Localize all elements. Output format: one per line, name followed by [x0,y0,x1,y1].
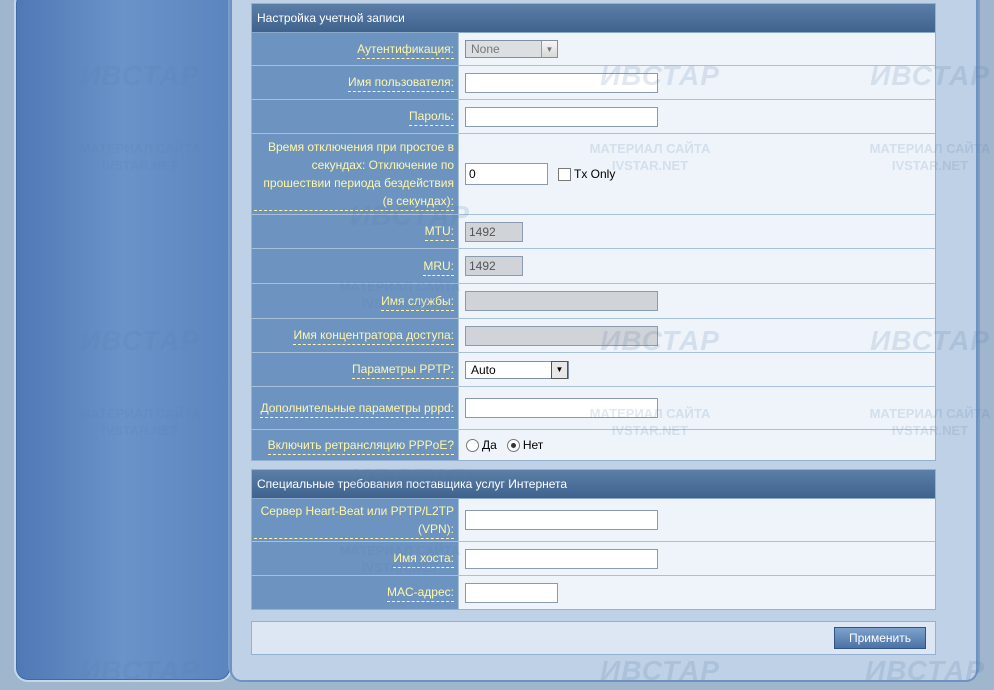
relay-yes-label: Да [482,438,497,452]
hostname-label: Имя хоста: [393,549,454,568]
mac-row: MAC-адрес: [252,576,935,609]
apply-bar: Применить [251,621,936,655]
relay-no-radio[interactable] [506,438,520,452]
auth-row: Аутентификация: None ▼ [252,33,935,66]
password-row: Пароль: [252,100,935,134]
mac-label: MAC-адрес: [386,583,454,602]
service-name-input[interactable] [465,291,658,311]
section-title: Настройка учетной записи [252,4,935,33]
pptp-select[interactable]: Auto ▼ [465,360,569,379]
username-input[interactable] [465,72,658,93]
password-label: Пароль: [409,107,454,126]
account-settings-section: Настройка учетной записи Аутентификация:… [251,3,936,461]
pptp-label: Параметры PPTP: [352,360,454,379]
hostname-input[interactable] [465,548,658,569]
mru-input[interactable] [465,256,523,276]
idle-timeout-input[interactable] [465,163,548,185]
pppd-row: Дополнительные параметры pppd: [252,387,935,430]
relay-label: Включить ретрансляцию PPPoE? [267,436,454,455]
service-row: Имя службы: [252,284,935,319]
relay-row: Включить ретрансляцию PPPoE? Да Нет [252,430,935,460]
service-label: Имя службы: [381,292,454,311]
heartbeat-label: Сервер Heart-Beat или PPTP/L2TP (VPN): [254,502,454,539]
hostname-row: Имя хоста: [252,542,935,576]
mtu-input[interactable] [465,221,523,242]
relay-yes-radio[interactable] [466,438,479,452]
section-title: Специальные требования поставщика услуг … [252,470,935,499]
username-label: Имя пользователя: [347,73,454,92]
isp-requirements-section: Специальные требования поставщика услуг … [251,469,936,610]
pppd-input[interactable] [465,398,658,418]
apply-button[interactable]: Применить [834,627,926,649]
mru-row: MRU: [252,249,935,284]
chevron-down-icon: ▼ [551,360,568,379]
username-row: Имя пользователя: [252,66,935,100]
mru-label: MRU: [423,257,454,276]
concentrator-label: Имя концентратора доступа: [293,326,454,345]
idle-row: Время отключения при простое в секундах:… [252,134,935,215]
relay-no-label: Нет [522,438,544,452]
tx-only-checkbox[interactable] [558,167,571,181]
heartbeat-server-input[interactable] [465,510,658,530]
mtu-label: MTU: [424,222,454,241]
concentrator-row: Имя концентратора доступа: [252,319,935,353]
auth-label: Аутентификация: [357,40,454,59]
password-input[interactable] [465,106,658,127]
auth-select[interactable]: None ▼ [465,40,558,58]
pptp-row: Параметры PPTP: Auto ▼ [252,353,935,387]
chevron-down-icon: ▼ [541,41,557,57]
heartbeat-row: Сервер Heart-Beat или PPTP/L2TP (VPN): [252,499,935,542]
concentrator-input[interactable] [465,325,658,346]
mac-address-input[interactable] [465,582,558,603]
pppd-label: Дополнительные параметры pppd: [260,399,454,418]
tx-only-label: Tx Only [574,167,616,181]
left-sidebar [14,0,232,682]
mtu-row: MTU: [252,215,935,249]
idle-label: Время отключения при простое в секундах:… [254,138,454,211]
